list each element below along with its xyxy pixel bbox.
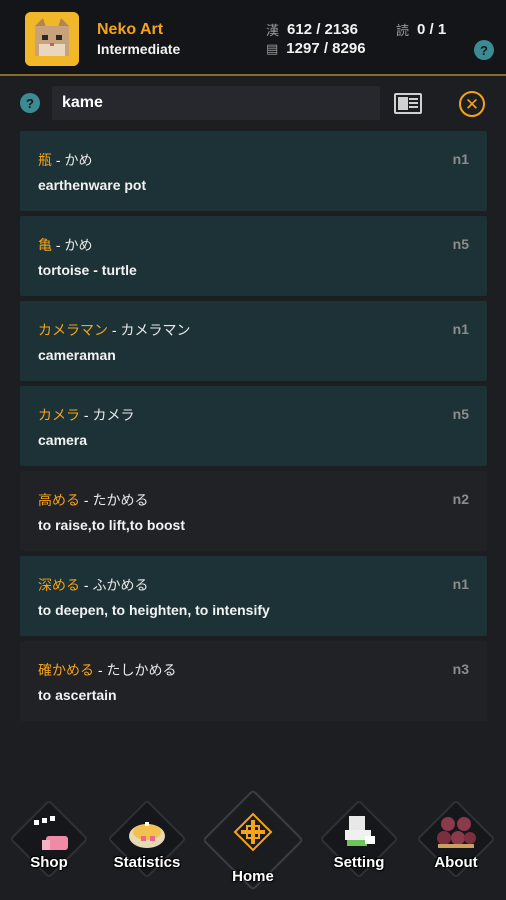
- bottom-nav: Shop Statistics Home Setting About: [0, 789, 506, 900]
- result-separator: -: [52, 237, 65, 253]
- header-help-icon[interactable]: ?: [474, 40, 494, 60]
- reading-label: 読: [396, 23, 410, 38]
- result-separator: -: [80, 577, 93, 593]
- result-jlpt-level: n2: [452, 491, 469, 507]
- result-separator: -: [80, 407, 93, 423]
- result-kanji: 瓶: [38, 152, 52, 168]
- result-meaning: to raise,to lift,to boost: [38, 517, 185, 533]
- result-word: 確かめる - たしかめる: [38, 660, 176, 680]
- result-kanji: 深める: [38, 577, 80, 593]
- nav-about-label: About: [434, 854, 478, 871]
- result-separator: -: [52, 152, 65, 168]
- result-jlpt-level: n1: [452, 151, 469, 167]
- result-reading: カメラマン: [120, 322, 191, 338]
- statistics-icon: [129, 822, 165, 848]
- nav-about[interactable]: About: [415, 798, 497, 880]
- vocab-icon: ▤: [266, 40, 279, 56]
- results-list: 瓶 - かめ earthenware pot n1 亀 - かめ tortoise - …: [20, 131, 487, 726]
- result-card[interactable]: 亀 - かめ tortoise - turtle n5: [20, 216, 487, 296]
- result-meaning: to ascertain: [38, 687, 117, 703]
- view-toggle-icon[interactable]: [394, 93, 422, 114]
- shop-icon: [34, 816, 68, 850]
- result-card[interactable]: 確かめる - たしかめる to ascertain n3: [20, 641, 487, 721]
- top-bar: Neko Art Intermediate 漢 612 / 2136 読 0 /…: [0, 0, 506, 76]
- about-icon: [437, 817, 476, 848]
- username: Neko Art: [97, 21, 164, 38]
- cat-avatar-icon: [25, 12, 79, 66]
- result-reading: カメラ: [92, 407, 135, 423]
- avatar[interactable]: [25, 12, 79, 66]
- result-separator: -: [80, 492, 93, 508]
- result-reading: ふかめる: [92, 577, 149, 593]
- result-word: 亀 - かめ: [38, 235, 92, 255]
- result-reading: かめ: [64, 152, 93, 168]
- result-meaning: tortoise - turtle: [38, 262, 137, 278]
- result-reading: たかめる: [92, 492, 149, 508]
- result-reading: かめ: [64, 237, 93, 253]
- nav-setting-label: Setting: [333, 854, 385, 871]
- result-meaning: to deepen, to heighten, to intensify: [38, 602, 270, 618]
- home-icon: [233, 812, 273, 852]
- kanji-progress: 漢 612 / 2136: [266, 20, 358, 39]
- kanji-progress-value: 612 / 2136: [287, 21, 358, 38]
- result-meaning: earthenware pot: [38, 177, 147, 193]
- vocab-progress-value: 1297 / 8296: [286, 40, 366, 57]
- result-kanji: 高める: [38, 492, 80, 508]
- nav-home-label: Home: [232, 868, 274, 885]
- result-word: カメラマン - カメラマン: [38, 320, 190, 340]
- nav-setting[interactable]: Setting: [318, 798, 400, 880]
- result-word: 高める - たかめる: [38, 490, 148, 510]
- result-kanji: カメラマン: [38, 322, 108, 338]
- result-jlpt-level: n1: [452, 321, 469, 337]
- nav-shop[interactable]: Shop: [8, 798, 90, 880]
- reading-progress-value: 0 / 1: [417, 21, 447, 38]
- vocab-progress: ▤ 1297 / 8296: [266, 40, 366, 57]
- result-jlpt-level: n5: [452, 406, 469, 422]
- result-kanji: 確かめる: [38, 662, 94, 678]
- clear-search-icon[interactable]: ✕: [459, 91, 485, 117]
- nav-shop-label: Shop: [30, 854, 68, 871]
- search-field[interactable]: [52, 86, 380, 120]
- nav-home[interactable]: Home: [202, 789, 304, 891]
- result-card[interactable]: 高める - たかめる to raise,to lift,to boost n2: [20, 471, 487, 551]
- result-card[interactable]: カメラマン - カメラマン cameraman n1: [20, 301, 487, 381]
- result-card[interactable]: 深める - ふかめる to deepen, to heighten, to int…: [20, 556, 487, 636]
- result-kanji: カメラ: [38, 407, 80, 423]
- kanji-label: 漢: [266, 23, 280, 38]
- result-jlpt-level: n1: [452, 576, 469, 592]
- result-card[interactable]: カメラ - カメラ camera n5: [20, 386, 487, 466]
- result-reading: たしかめる: [106, 662, 177, 678]
- result-separator: -: [108, 322, 121, 338]
- result-word: カメラ - カメラ: [38, 405, 134, 425]
- search-input[interactable]: [52, 86, 380, 120]
- search-help-icon[interactable]: ?: [20, 93, 40, 113]
- nav-statistics-label: Statistics: [113, 854, 181, 871]
- result-word: 深める - ふかめる: [38, 575, 148, 595]
- result-jlpt-level: n5: [452, 236, 469, 252]
- reading-progress: 読 0 / 1: [396, 20, 446, 39]
- nav-statistics[interactable]: Statistics: [106, 798, 188, 880]
- result-card[interactable]: 瓶 - かめ earthenware pot n1: [20, 131, 487, 211]
- user-level: Intermediate: [97, 41, 181, 57]
- setting-icon: [345, 816, 375, 846]
- result-jlpt-level: n3: [452, 661, 469, 677]
- result-word: 瓶 - かめ: [38, 150, 92, 170]
- result-kanji: 亀: [38, 237, 52, 253]
- result-separator: -: [94, 662, 107, 678]
- result-meaning: camera: [38, 432, 88, 448]
- result-meaning: cameraman: [38, 347, 116, 363]
